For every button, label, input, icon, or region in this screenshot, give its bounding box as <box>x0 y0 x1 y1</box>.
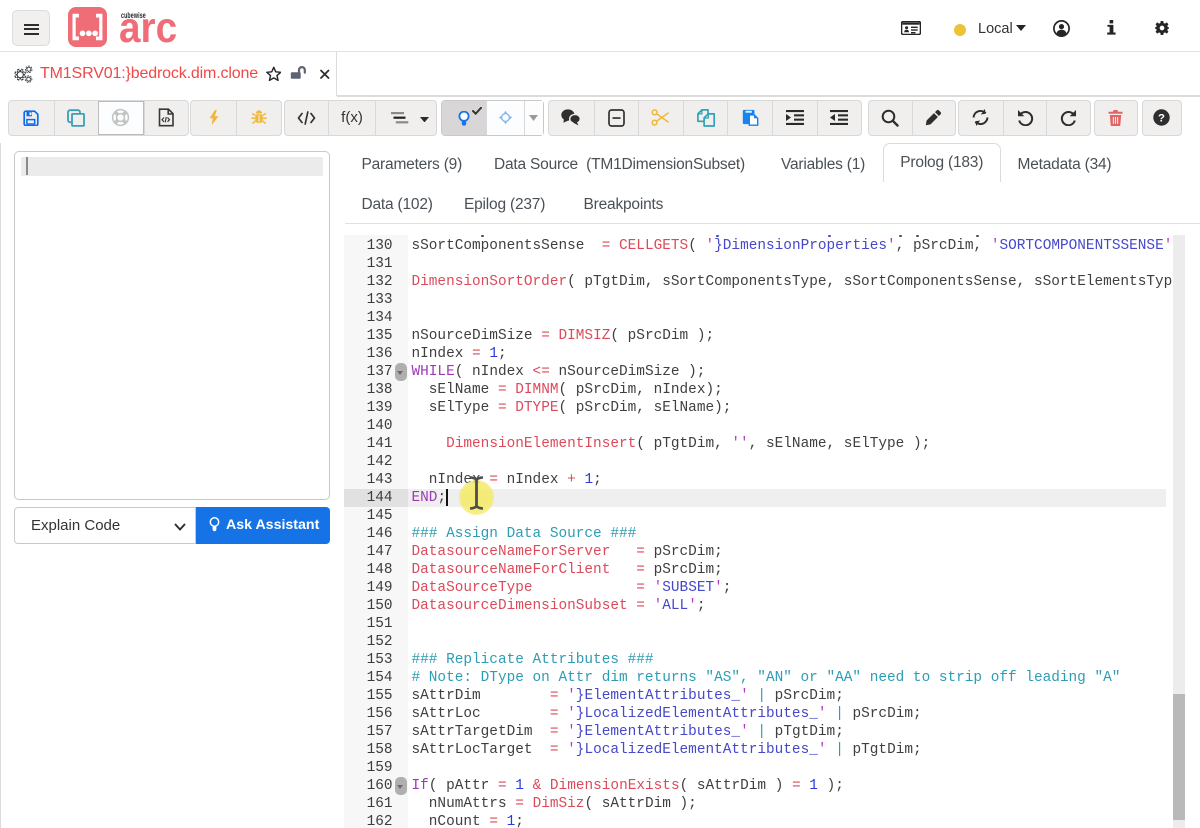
svg-text:?: ? <box>1158 113 1165 125</box>
